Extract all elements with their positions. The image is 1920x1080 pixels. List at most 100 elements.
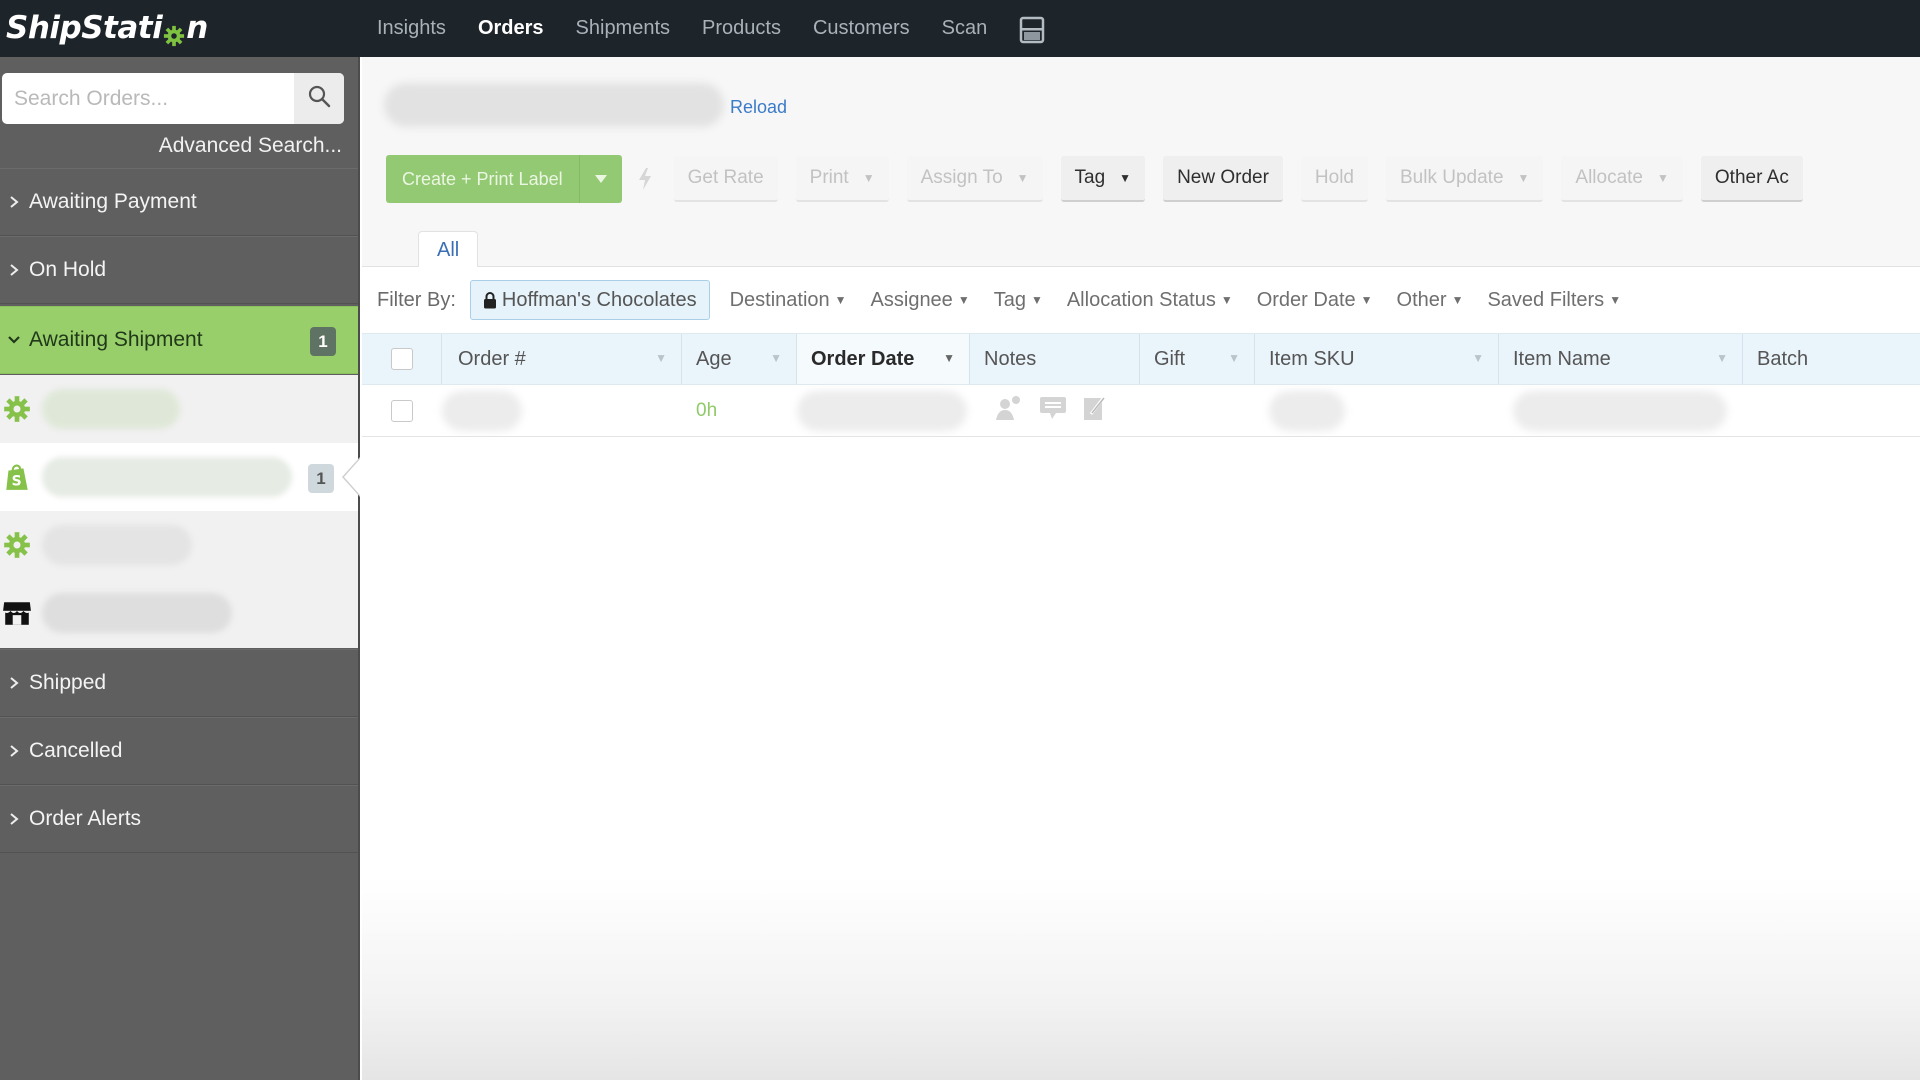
toolbar: Create + Print Label Get Rate Print ▼ Ass… [386, 154, 1821, 204]
column-age[interactable]: Age ▼ [682, 334, 797, 384]
table-row[interactable]: 0h [362, 385, 1920, 437]
filter-order-date[interactable]: Order Date ▼ [1257, 289, 1373, 312]
filter-label: Order Date [1256, 288, 1356, 311]
search-orders-input[interactable] [2, 73, 294, 124]
shopify-icon: S [0, 460, 34, 494]
nav-scan[interactable]: Scan [942, 17, 988, 40]
sort-icon[interactable]: ▼ [1716, 351, 1728, 365]
reload-link[interactable]: Reload [730, 97, 787, 118]
item-name-cell [1499, 385, 1743, 436]
assign-to-button[interactable]: Assign To ▼ [906, 156, 1043, 202]
tag-button[interactable]: Tag ▼ [1060, 156, 1146, 202]
button-label: Hold [1314, 167, 1354, 188]
order-date-value [797, 390, 967, 431]
shipstation-logo[interactable]: ShipStati n [6, 6, 208, 50]
select-all-checkbox[interactable] [391, 348, 413, 370]
bulk-update-button[interactable]: Bulk Update ▼ [1386, 156, 1544, 202]
sidebar-item-on-hold[interactable]: On Hold [0, 236, 358, 304]
search-button[interactable] [294, 73, 344, 124]
sidebar-item-label: Order Alerts [29, 807, 142, 830]
column-label: Item Name [1513, 347, 1611, 370]
count-badge: 1 [308, 464, 334, 493]
age-cell: 0h [682, 385, 797, 436]
column-gift[interactable]: Gift ▼ [1140, 334, 1255, 384]
column-order-number[interactable]: Order # ▼ [442, 334, 682, 384]
filter-label: Destination [729, 288, 830, 311]
filter-tag[interactable]: Tag ▼ [994, 289, 1043, 312]
filter-by-label: Filter By: [377, 288, 456, 311]
sidebar-item-cancelled[interactable]: Cancelled [0, 717, 358, 785]
nav-insights[interactable]: Insights [377, 17, 446, 40]
lightning-icon[interactable] [634, 167, 656, 191]
column-batch[interactable]: Batch [1743, 334, 1920, 384]
filter-allocation-status[interactable]: Allocation Status ▼ [1067, 289, 1233, 312]
tab-all[interactable]: All [418, 231, 479, 268]
new-order-button[interactable]: New Order [1163, 156, 1283, 202]
create-print-label-dropdown[interactable] [580, 155, 622, 203]
print-button[interactable]: Print ▼ [795, 156, 889, 202]
scale-printer-icon[interactable] [1019, 16, 1045, 44]
selection-pointer [342, 457, 360, 497]
sort-icon[interactable]: ▼ [1228, 351, 1240, 365]
column-item-sku[interactable]: Item SKU ▼ [1255, 334, 1499, 384]
store-item[interactable] [0, 579, 358, 647]
hold-button[interactable]: Hold [1300, 156, 1368, 202]
allocate-button[interactable]: Allocate ▼ [1561, 156, 1683, 202]
advanced-search-link[interactable]: Advanced Search... [159, 134, 342, 158]
nav-products[interactable]: Products [702, 17, 781, 40]
sort-icon[interactable]: ▼ [943, 351, 955, 365]
column-notes[interactable]: Notes [970, 334, 1140, 384]
caret-down-icon: ▼ [1119, 171, 1132, 185]
filter-destination[interactable]: Destination ▼ [730, 289, 847, 312]
filter-other[interactable]: Other ▼ [1397, 289, 1464, 312]
column-order-date[interactable]: Order Date ▼ [797, 334, 970, 384]
edit-note-icon[interactable] [1082, 394, 1106, 428]
sidebar-item-order-alerts[interactable]: Order Alerts [0, 785, 358, 853]
store-item[interactable] [0, 511, 358, 579]
message-icon[interactable] [1038, 395, 1068, 427]
batch-cell [1743, 385, 1920, 436]
button-label: New Order [1177, 167, 1269, 188]
column-label: Notes [984, 347, 1037, 370]
nav-shipments[interactable]: Shipments [576, 17, 671, 40]
table-header: Order # ▼ Age ▼ Order Date ▼ Notes Gift ▼ It… [362, 333, 1920, 385]
store-item[interactable] [0, 375, 358, 443]
store-name [42, 389, 180, 429]
store-title [384, 83, 724, 127]
select-all-cell [362, 334, 442, 384]
sort-icon[interactable]: ▼ [770, 351, 782, 365]
caret-down-icon: ▼ [1451, 292, 1464, 307]
button-label: Tag [1074, 167, 1106, 188]
chevron-right-icon [0, 744, 28, 758]
sort-icon[interactable]: ▼ [655, 351, 667, 365]
age-value: 0h [696, 399, 718, 421]
gear-icon [163, 19, 185, 47]
filter-assignee[interactable]: Assignee ▼ [871, 289, 970, 312]
store-filter-chip[interactable]: Hoffman's Chocolates [469, 280, 710, 320]
create-print-label-button[interactable]: Create + Print Label [386, 155, 622, 203]
search-icon [307, 84, 331, 113]
order-number[interactable] [442, 390, 522, 431]
column-label: Order Date [811, 347, 915, 370]
sidebar-item-awaiting-shipment[interactable]: Awaiting Shipment 1 [0, 306, 358, 374]
nav-orders[interactable]: Orders [478, 17, 544, 40]
column-item-name[interactable]: Item Name ▼ [1499, 334, 1743, 384]
chevron-right-icon [0, 676, 28, 690]
other-actions-button[interactable]: Other Ac [1700, 156, 1803, 202]
sort-icon[interactable]: ▼ [1472, 351, 1484, 365]
button-label: Print [809, 167, 849, 188]
item-name-value [1513, 390, 1727, 431]
gift-cell [1140, 385, 1255, 436]
filter-saved-filters[interactable]: Saved Filters ▼ [1487, 289, 1621, 312]
get-rate-button[interactable]: Get Rate [673, 156, 778, 202]
sidebar-item-label: On Hold [29, 258, 107, 281]
filter-chip-label: Hoffman's Chocolates [501, 288, 697, 311]
store-list: S 1 [0, 375, 360, 648]
assign-user-icon[interactable] [994, 394, 1024, 428]
nav-customers[interactable]: Customers [813, 17, 910, 40]
chevron-right-icon [0, 812, 28, 826]
sidebar-item-awaiting-payment[interactable]: Awaiting Payment [0, 168, 358, 236]
store-item-selected[interactable]: S 1 [0, 443, 360, 511]
sidebar-item-shipped[interactable]: Shipped [0, 649, 358, 717]
row-checkbox[interactable] [391, 399, 413, 422]
